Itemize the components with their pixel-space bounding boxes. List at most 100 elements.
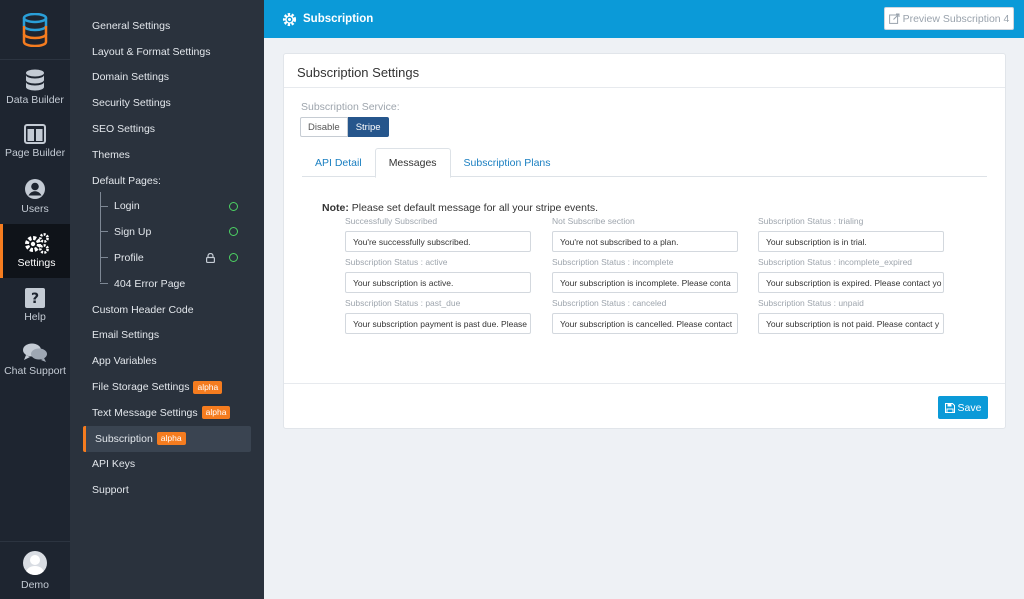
menu-item-label: Layout & Format Settings xyxy=(92,45,211,58)
gears-icon xyxy=(24,233,49,255)
rail-item-help[interactable]: ? Help xyxy=(0,278,70,333)
menu-item-security-settings[interactable]: Security Settings xyxy=(70,90,264,116)
menu-item-text-message-settings[interactable]: Text Message Settings alpha xyxy=(70,400,264,426)
service-option-stripe[interactable]: Stripe xyxy=(347,117,389,137)
menu-item-label: App Variables xyxy=(92,355,157,368)
card-footer-divider xyxy=(284,383,1005,384)
message-input[interactable]: Your subscription is incomplete. Please … xyxy=(552,272,738,293)
field-label: Subscription Status : incomplete xyxy=(552,257,674,267)
service-option-disable[interactable]: Disable xyxy=(300,117,348,137)
message-input[interactable]: You're successfully subscribed. xyxy=(345,231,531,252)
menu-item-seo-settings[interactable]: SEO Settings xyxy=(70,116,264,142)
menu-item-label: Themes xyxy=(92,148,130,161)
field-status-active: Subscription Status : active Your subscr… xyxy=(345,257,531,293)
alpha-badge: alpha xyxy=(193,380,223,394)
menu-heading-default-pages: Default Pages: xyxy=(70,168,264,194)
message-input[interactable]: You're not subscribed to a plan. xyxy=(552,231,738,252)
menu-item-file-storage-settings[interactable]: File Storage Settings alpha xyxy=(70,374,264,400)
rail-item-settings[interactable]: Settings xyxy=(0,223,70,278)
menu-item-label: Sign Up xyxy=(114,226,152,239)
field-successfully-subscribed: Successfully Subscribed You're successfu… xyxy=(345,216,531,252)
field-label: Successfully Subscribed xyxy=(345,216,438,226)
note-text: Please set default message for all your … xyxy=(348,202,599,214)
menu-item-support[interactable]: Support xyxy=(70,477,264,503)
menu-item-email-settings[interactable]: Email Settings xyxy=(70,323,264,349)
rail-item-label: Users xyxy=(21,202,49,215)
field-status-incomplete-expired: Subscription Status : incomplete_expired… xyxy=(758,257,944,293)
rail-item-label: Help xyxy=(24,310,46,323)
menu-item-label: Login xyxy=(114,200,140,213)
message-input[interactable]: Your subscription is expired. Please con… xyxy=(758,272,944,293)
status-dot-icon xyxy=(229,253,238,263)
user-circle-icon xyxy=(25,178,45,199)
tab-subscription-plans[interactable]: Subscription Plans xyxy=(451,148,564,177)
status-dot-icon xyxy=(229,201,238,211)
question-icon: ? xyxy=(25,287,45,308)
field-status-incomplete: Subscription Status : incomplete Your su… xyxy=(552,257,738,293)
menu-item-custom-header-code[interactable]: Custom Header Code xyxy=(70,297,264,323)
message-input[interactable]: Your subscription is cancelled. Please c… xyxy=(552,313,738,334)
page-header: Subscription Preview Subscription 4 xyxy=(264,0,1024,38)
message-input[interactable]: Your subscription is not paid. Please co… xyxy=(758,313,944,334)
menu-item-themes[interactable]: Themes xyxy=(70,142,264,168)
menu-item-label: Text Message Settings xyxy=(92,406,198,419)
menu-item-label: File Storage Settings xyxy=(92,381,190,394)
tab-messages[interactable]: Messages xyxy=(374,148,451,178)
rail-item-label: Chat Support xyxy=(4,365,66,378)
field-status-past-due: Subscription Status : past_due Your subs… xyxy=(345,298,531,334)
menu-item-label: API Keys xyxy=(92,458,136,471)
field-status-trialing: Subscription Status : trialing Your subs… xyxy=(758,216,944,252)
field-label: Subscription Status : incomplete_expired xyxy=(758,257,913,267)
menu-item-label: Subscription xyxy=(95,432,153,445)
rail-item-chat-support[interactable]: Chat Support xyxy=(0,333,70,388)
menu-item-label: Security Settings xyxy=(92,97,171,110)
svg-text:?: ? xyxy=(31,291,39,307)
menu-item-api-keys[interactable]: API Keys xyxy=(70,452,264,478)
field-label: Subscription Status : active xyxy=(345,257,448,267)
menu-item-subscription[interactable]: Subscription alpha xyxy=(83,425,251,452)
message-input[interactable]: Your subscription is active. xyxy=(345,272,531,293)
tab-api-detail[interactable]: API Detail xyxy=(302,148,375,177)
rail-item-label: Settings xyxy=(17,257,56,270)
app-logo[interactable] xyxy=(0,0,70,60)
message-input[interactable]: Your subscription payment is past due. P… xyxy=(345,313,531,334)
alpha-badge: alpha xyxy=(156,432,186,446)
message-input[interactable]: Your subscription is in trial. xyxy=(758,231,944,252)
database-stack-logo-icon xyxy=(22,12,48,47)
preview-button-label: Preview Subscription 4 xyxy=(902,12,1010,25)
field-label: Subscription Status : trialing xyxy=(758,216,864,226)
field-not-subscribe-section: Not Subscribe section You're not subscri… xyxy=(552,216,738,252)
field-label: Subscription Status : past_due xyxy=(345,298,461,308)
rail-item-users[interactable]: Users xyxy=(0,169,70,224)
floppy-disk-icon xyxy=(944,402,955,413)
menu-item-general-settings[interactable]: General Settings xyxy=(70,13,264,39)
menu-item-profile[interactable]: Profile xyxy=(70,245,264,271)
menu-item-label: Custom Header Code xyxy=(92,303,194,316)
menu-item-app-variables[interactable]: App Variables xyxy=(70,348,264,374)
user-name: Demo xyxy=(20,578,49,591)
menu-item-label: 404 Error Page xyxy=(114,277,186,290)
save-button[interactable]: Save xyxy=(938,396,988,419)
external-edit-icon xyxy=(888,13,900,24)
menu-item-domain-settings[interactable]: Domain Settings xyxy=(70,65,264,91)
field-label: Subscription Status : unpaid xyxy=(758,298,864,308)
rail-item-data-builder[interactable]: Data Builder xyxy=(0,60,70,115)
menu-item-layout-format-settings[interactable]: Layout & Format Settings xyxy=(70,39,264,65)
rail-item-label: Page Builder xyxy=(4,147,66,160)
rail-item-page-builder[interactable]: Page Builder xyxy=(0,115,70,170)
menu-item-404-error-page[interactable]: 404 Error Page xyxy=(70,271,264,297)
menu-item-sign-up[interactable]: Sign Up xyxy=(70,219,264,245)
menu-item-label: Support xyxy=(92,484,129,497)
user-menu[interactable]: Demo xyxy=(0,541,70,599)
status-dot-icon xyxy=(229,227,238,237)
menu-item-label: Default Pages: xyxy=(92,174,161,187)
menu-item-label: SEO Settings xyxy=(92,123,156,136)
chat-icon xyxy=(23,343,47,363)
field-status-unpaid: Subscription Status : unpaid Your subscr… xyxy=(758,298,944,334)
field-status-canceled: Subscription Status : canceled Your subs… xyxy=(552,298,738,334)
avatar xyxy=(23,550,47,575)
menu-item-login[interactable]: Login xyxy=(70,194,264,220)
note-label: Note: xyxy=(322,202,349,214)
preview-subscription-button[interactable]: Preview Subscription 4 xyxy=(884,7,1014,30)
field-label: Not Subscribe section xyxy=(552,216,635,226)
